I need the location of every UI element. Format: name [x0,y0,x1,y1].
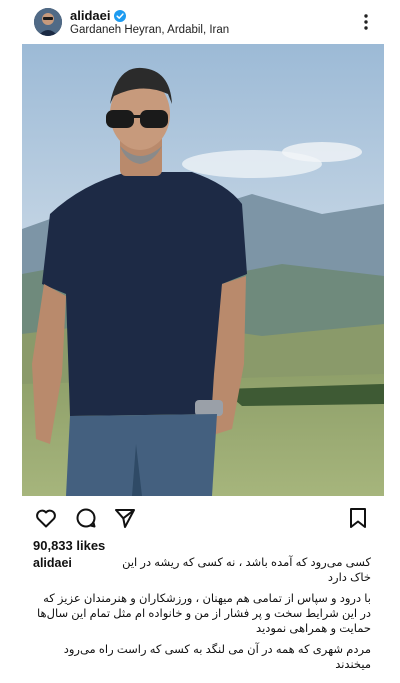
caption: alidaei کسی می‌رود که آمده باشد ، نه کسی… [33,556,371,673]
likes-count[interactable]: 90,833 likes [33,538,105,553]
post-photo[interactable] [22,44,384,496]
more-options-icon[interactable] [356,10,376,34]
caption-line-1: کسی می‌رود که آمده باشد ، نه کسی که ریشه… [122,557,371,584]
share-icon[interactable] [113,506,137,530]
heart-icon[interactable] [34,506,58,530]
post-photo-illustration [22,44,384,496]
caption-paragraph-1: با درود و سپاس از تمامی هم میهنان ، ورزش… [37,593,371,635]
avatar-image [34,8,62,36]
verified-badge-icon [114,9,127,22]
comment-icon[interactable] [74,506,98,530]
caption-paragraph-2: مردم شهری که همه در آن می لنگد به کسی که… [63,644,371,671]
action-bar [0,500,400,534]
username[interactable]: alidaei [70,8,110,23]
avatar[interactable] [34,8,62,36]
bookmark-icon[interactable] [346,506,370,530]
caption-username[interactable]: alidaei [33,556,72,571]
location-link[interactable]: Gardaneh Heyran, Ardabil, Iran [70,24,229,36]
post-header: alidaei Gardaneh Heyran, Ardabil, Iran [0,0,400,44]
